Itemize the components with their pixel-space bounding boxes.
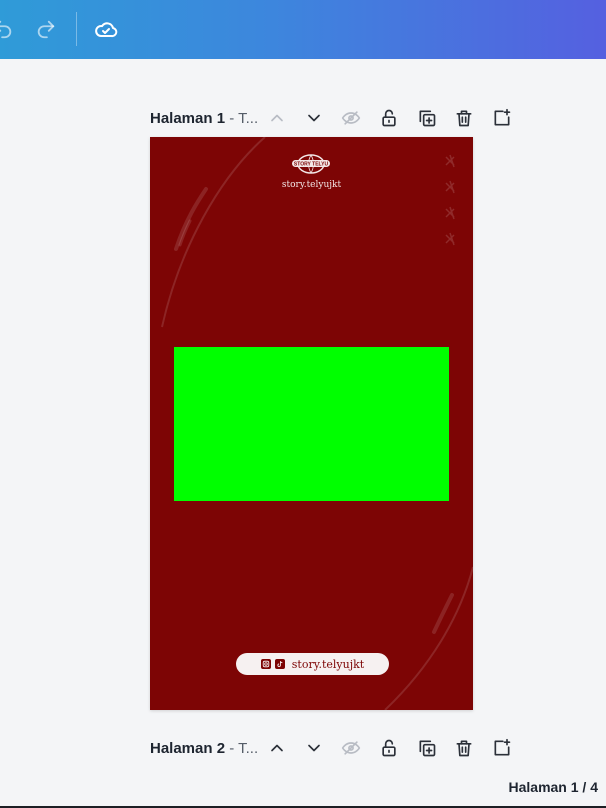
redo-icon[interactable] xyxy=(31,14,61,44)
add-page-icon[interactable] xyxy=(489,735,515,761)
tiktok-icon xyxy=(274,659,285,669)
chevron-down-icon[interactable] xyxy=(301,105,327,131)
design-canvas-page-1[interactable]: STORY TELYU story.telyujkt story.telyujk… xyxy=(150,137,473,710)
page-1-label-rest: - T... xyxy=(225,109,259,127)
page-count-indicator[interactable]: Halaman 1 / 4 xyxy=(509,779,599,795)
topbar-divider xyxy=(76,12,77,46)
chevron-up-icon[interactable] xyxy=(264,735,290,761)
duplicate-icon[interactable] xyxy=(414,105,440,131)
add-page-icon[interactable] xyxy=(489,105,515,131)
page-2-label: Halaman 2 xyxy=(150,739,226,757)
chevron-up-icon[interactable] xyxy=(264,105,290,131)
lock-icon[interactable] xyxy=(376,105,402,131)
page-2-title[interactable]: Halaman 2 - T... xyxy=(150,740,262,757)
hide-icon[interactable] xyxy=(338,735,364,761)
instagram-handle-footer: story.telyujkt xyxy=(291,657,365,671)
social-handle-pill: story.telyujkt xyxy=(236,653,389,675)
story-telyu-logo: STORY TELYU xyxy=(292,154,330,174)
page-2-toolbar: Halaman 2 - T... xyxy=(150,734,522,762)
page-2-label-rest: - T... xyxy=(225,739,259,757)
instagram-icon xyxy=(260,659,271,669)
trash-icon[interactable] xyxy=(451,105,477,131)
editor-topbar xyxy=(0,0,606,59)
green-screen-placeholder[interactable] xyxy=(174,347,449,501)
undo-icon[interactable] xyxy=(0,14,18,44)
page-1-label: Halaman 1 xyxy=(150,109,226,127)
cloud-saved-icon[interactable] xyxy=(91,14,121,44)
chevron-down-icon[interactable] xyxy=(301,735,327,761)
duplicate-icon[interactable] xyxy=(414,735,440,761)
trash-icon[interactable] xyxy=(451,735,477,761)
page-1-toolbar: Halaman 1 - T... xyxy=(150,104,522,132)
lock-icon[interactable] xyxy=(376,735,402,761)
instagram-handle-top: story.telyujkt xyxy=(281,180,342,190)
page-1-title[interactable]: Halaman 1 - T... xyxy=(150,110,262,127)
hide-icon[interactable] xyxy=(338,105,364,131)
logo-text: STORY TELYU xyxy=(294,162,329,168)
